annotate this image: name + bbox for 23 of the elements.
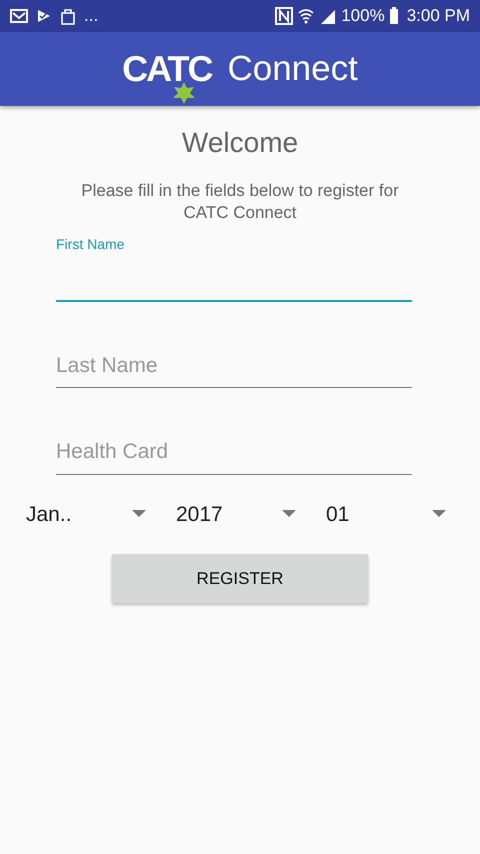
- wifi-icon: [297, 7, 316, 25]
- intro-text: Please fill in the fields below to register for CATC Connect: [80, 180, 400, 224]
- caret-icon: [282, 510, 296, 518]
- battery-level: 100%: [341, 5, 385, 28]
- caret-icon: [132, 510, 146, 518]
- welcome-heading: Welcome: [180, 126, 300, 160]
- logo-text: CATC: [122, 55, 212, 83]
- shopping-bag-icon: [60, 7, 76, 25]
- battery-icon: [388, 7, 399, 25]
- dropdown[interactable]: 01: [296, 498, 446, 530]
- app-title: Connect: [227, 48, 358, 90]
- caret-icon: [432, 510, 446, 518]
- input-field[interactable]: Health Card: [56, 428, 412, 474]
- dropdown[interactable]: 2017: [146, 498, 296, 530]
- register-button[interactable]: REGISTER: [112, 554, 368, 603]
- overflow-indicator: ...: [84, 5, 98, 28]
- input-field[interactable]: Last Name: [56, 342, 412, 388]
- nfc-icon: [275, 7, 294, 25]
- field-label: First Name: [56, 235, 126, 254]
- checklist-icon: [36, 8, 52, 24]
- dropdown[interactable]: Jan..: [26, 498, 146, 530]
- clock: 3:00 PM: [406, 5, 470, 28]
- mail-icon: [10, 8, 28, 24]
